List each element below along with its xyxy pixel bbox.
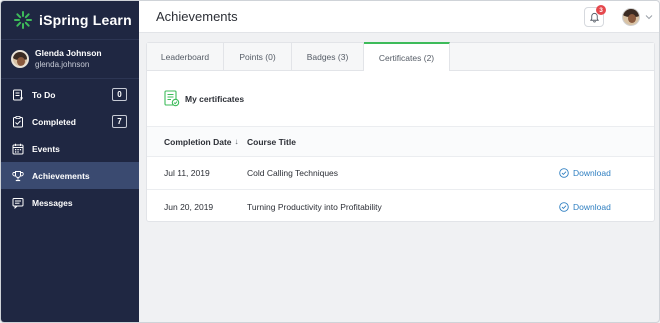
sidebar-item-label: Messages [32,197,73,208]
sidebar-item-label: To Do [32,89,56,100]
download-label: Download [573,168,611,178]
completion-date: Jul 11, 2019 [164,168,210,178]
column-completion-date[interactable]: Completion Date ↓ [147,137,247,147]
messages-icon [12,197,24,209]
account-avatar[interactable] [622,8,640,26]
todo-count-badge: 0 [112,88,127,101]
chevron-down-icon[interactable] [645,14,653,20]
sidebar-item-label: Completed [32,116,76,127]
course-title: Turning Productivity into Profitability [247,201,382,212]
tab-certificates[interactable]: Certificates (2) [364,42,450,71]
notification-count-badge: 3 [596,5,606,15]
sidebar-nav: To Do 0 Completed 7 Events Achievements … [1,81,139,216]
tab-leaderboard[interactable]: Leaderboard [147,43,224,71]
user-profile[interactable]: Glenda Johnson glenda.johnson [1,39,139,79]
avatar [11,50,29,68]
sort-down-icon: ↓ [234,137,239,146]
ispring-logo-icon [14,11,32,29]
download-button[interactable]: Download [559,168,654,178]
table-row: Jun 20, 2019 Turning Productivity into P… [147,190,654,223]
achievements-panel: Leaderboard Points (0) Badges (3) Certif… [146,42,655,222]
sidebar-item-messages[interactable]: Messages [1,189,139,216]
completed-count-badge: 7 [112,115,127,128]
brand-name: iSpring Learn [39,12,132,28]
tab-badges[interactable]: Badges (3) [292,43,364,71]
calendar-icon [12,143,24,154]
sidebar: iSpring Learn Glenda Johnson glenda.john… [1,1,139,322]
tab-points[interactable]: Points (0) [224,43,292,71]
column-label: Completion Date [164,136,232,147]
sidebar-item-achievements[interactable]: Achievements [1,162,139,189]
top-header: Achievements 3 [139,1,659,33]
column-course-title: Course Title [247,136,296,147]
user-login: glenda.johnson [35,60,90,69]
check-circle-icon [559,168,569,178]
app-window: iSpring Learn Glenda Johnson glenda.john… [0,0,660,323]
certificate-icon [164,89,180,106]
section-title: My certificates [185,93,245,104]
tab-bar: Leaderboard Points (0) Badges (3) Certif… [147,42,654,71]
trophy-icon [12,170,24,181]
download-button[interactable]: Download [559,202,654,212]
certificates-header: My certificates [147,71,654,127]
completed-icon [13,115,23,127]
sidebar-item-label: Events [32,143,60,154]
todo-icon [13,89,23,100]
check-circle-icon [559,201,569,212]
sidebar-item-label: Achievements [32,170,90,181]
sidebar-item-completed[interactable]: Completed 7 [1,108,139,135]
page-title: Achievements [156,9,238,24]
sidebar-item-todo[interactable]: To Do 0 [1,81,139,108]
table-row: Jul 11, 2019 Cold Calling Techniques Dow… [147,157,654,190]
notifications-button[interactable]: 3 [584,5,606,27]
brand[interactable]: iSpring Learn [1,1,139,39]
sidebar-item-events[interactable]: Events [1,135,139,162]
completion-date: Jun 20, 2019 [164,201,214,212]
download-label: Download [573,201,611,212]
course-title: Cold Calling Techniques [247,168,339,178]
table-header: Completion Date ↓ Course Title [147,127,654,157]
user-name: Glenda Johnson [35,48,102,58]
